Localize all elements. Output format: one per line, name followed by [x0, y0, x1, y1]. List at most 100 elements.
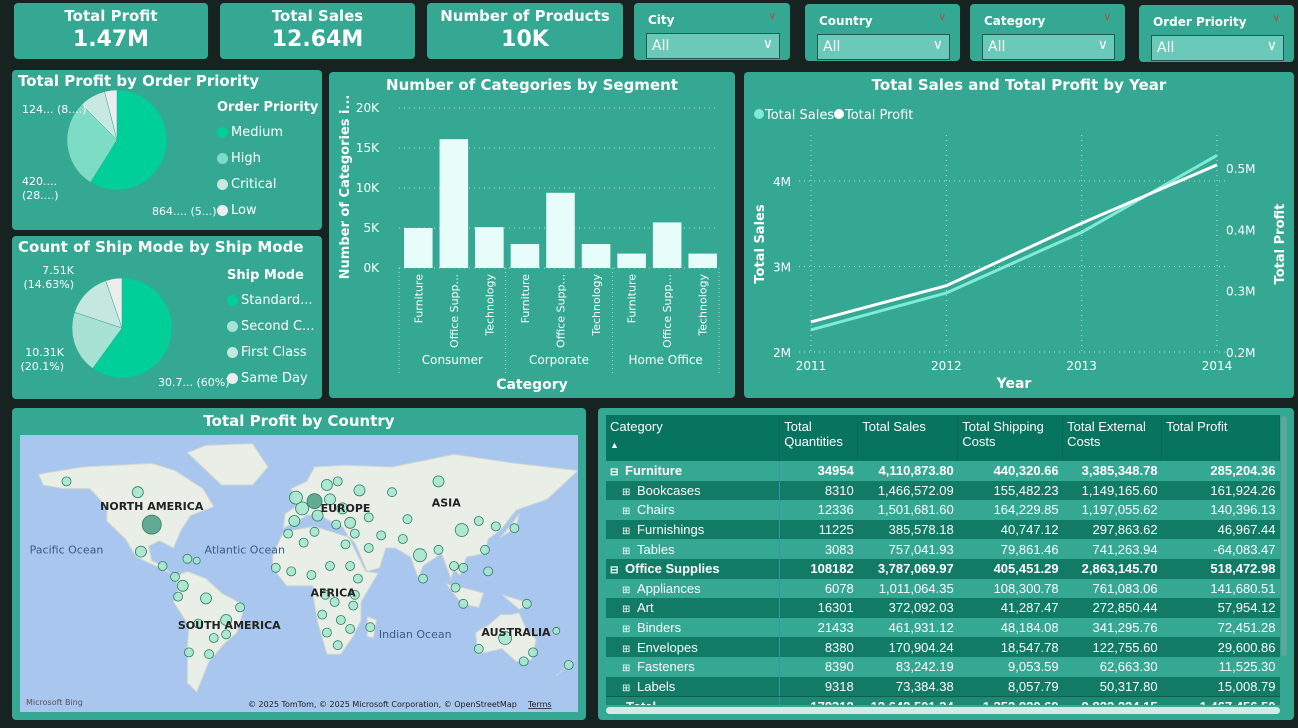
map-bubble[interactable]	[344, 516, 357, 529]
map-bubble[interactable]	[173, 591, 184, 602]
legend-item[interactable]: Same Day	[227, 371, 308, 386]
map[interactable]: NORTH AMERICA SOUTH AMERICA EUROPE AFRICA AS…	[20, 435, 578, 712]
collapse-icon[interactable]: ⊟	[610, 565, 620, 576]
map-bubble[interactable]	[432, 475, 445, 488]
map-bubble[interactable]	[473, 643, 484, 654]
country-dropdown[interactable]: All ∨	[817, 34, 950, 60]
map-bubble[interactable]	[473, 516, 484, 526]
expand-icon[interactable]: ⊞	[622, 526, 632, 537]
map-bubble[interactable]	[325, 561, 335, 571]
series-line-total-sales[interactable]	[810, 154, 1218, 332]
map-bubble[interactable]	[418, 573, 428, 584]
map-bubble[interactable]	[135, 545, 147, 558]
category-dropdown[interactable]: All ∨	[982, 34, 1115, 60]
chevron-down-icon[interactable]: ∨	[1273, 13, 1280, 24]
map-bubble[interactable]	[141, 514, 162, 535]
table-row[interactable]: ⊟ Office Supplies 108182 3,787,069.97 405,45…	[606, 558, 1280, 579]
map-bubble[interactable]	[458, 562, 469, 573]
expand-icon[interactable]: ⊞	[622, 683, 632, 694]
map-bubble[interactable]	[483, 566, 494, 577]
expand-icon[interactable]: ⊞	[622, 585, 632, 596]
map-bubble[interactable]	[552, 626, 561, 635]
column-header[interactable]: Total External Costs	[1062, 415, 1163, 461]
legend-item[interactable]: Standard...	[227, 293, 313, 308]
expand-icon[interactable]: ⊞	[622, 604, 632, 615]
map-bubble[interactable]	[317, 609, 328, 620]
expand-icon[interactable]: ⊞	[622, 624, 632, 635]
map-bubble[interactable]	[509, 523, 520, 534]
map-bubble[interactable]	[480, 544, 490, 555]
table-row[interactable]: ⊞ Bookcases 8310 1,466,572.09 155,482.23 1,14…	[606, 480, 1280, 501]
map-bubble[interactable]	[490, 521, 501, 532]
bar-corporate-0[interactable]	[510, 244, 540, 268]
map-bubble[interactable]	[450, 582, 461, 593]
map-bubble[interactable]	[397, 534, 408, 544]
map-bubble[interactable]	[283, 528, 294, 539]
map-bubble[interactable]	[454, 523, 469, 537]
table-row[interactable]: ⊞ Furnishings 11225 385,578.18 40,747.12 297,…	[606, 519, 1280, 540]
legend-item[interactable]: Critical	[217, 177, 276, 192]
map-terms-link[interactable]: Terms	[527, 700, 552, 709]
map-bubble[interactable]	[335, 615, 346, 625]
map-bubble[interactable]	[332, 640, 343, 651]
bar-consumer-0[interactable]	[404, 228, 433, 268]
collapse-icon[interactable]: ⊟	[610, 467, 620, 478]
column-header[interactable]: Total Shipping Costs	[957, 415, 1064, 461]
map-bubble[interactable]	[352, 573, 363, 584]
chevron-down-icon[interactable]: ∨	[769, 11, 776, 22]
map-bubble[interactable]	[270, 562, 281, 573]
map-bubble[interactable]	[309, 526, 320, 537]
column-header[interactable]: Total Sales	[857, 415, 959, 461]
map-bubble[interactable]	[412, 548, 427, 563]
map-bubble[interactable]	[182, 553, 193, 564]
table-row[interactable]: ⊞ Binders 21433 461,931.12 48,184.08 341,295.…	[606, 617, 1280, 638]
map-bubble[interactable]	[563, 660, 574, 670]
bar-home-office-2[interactable]	[688, 253, 717, 268]
map-bubble[interactable]	[170, 571, 180, 582]
chevron-down-icon[interactable]: ∨	[939, 12, 946, 23]
column-header[interactable]: Total Quantities	[779, 415, 859, 461]
map-bubble[interactable]	[331, 519, 342, 530]
map-bubble[interactable]	[518, 656, 529, 667]
table-row[interactable]: ⊞ Chairs 12336 1,501,681.60 164,229.85 1,197,…	[606, 500, 1280, 520]
horizontal-scrollbar[interactable]	[606, 707, 1280, 714]
expand-icon[interactable]: ⊞	[622, 487, 632, 498]
chevron-down-icon[interactable]: ∨	[1104, 12, 1111, 23]
vertical-scrollbar[interactable]	[1281, 416, 1287, 656]
legend-item[interactable]: Medium	[217, 125, 283, 140]
order-priority-dropdown[interactable]: All ∨	[1151, 35, 1284, 61]
table-row[interactable]: ⊞ Tables 3083 757,041.93 79,861.46 741,263.94…	[606, 539, 1280, 559]
expand-icon[interactable]: ⊞	[622, 506, 632, 517]
map-bubble[interactable]	[320, 479, 333, 491]
map-bubble[interactable]	[349, 528, 360, 539]
map-bubble[interactable]	[449, 561, 459, 571]
map-bubble[interactable]	[208, 633, 219, 643]
map-bubble[interactable]	[387, 487, 397, 498]
table-row[interactable]: ⊞ Envelopes 8380 170,904.24 18,547.78 122,755…	[606, 637, 1280, 657]
map-bubble[interactable]	[458, 598, 469, 609]
legend-label[interactable]: Total Sales	[764, 108, 834, 123]
table-row[interactable]: ⊞ Appliances 6078 1,011,064.35 108,300.78 761…	[606, 578, 1280, 599]
column-header[interactable]: Total Profit	[1161, 415, 1280, 461]
expand-icon[interactable]: ⊞	[622, 546, 632, 557]
map-bubble[interactable]	[176, 579, 189, 592]
bar-home-office-1[interactable]	[652, 222, 682, 268]
table-row[interactable]: ⊞ Art 16301 372,092.03 41,287.47 272,850.44 57…	[606, 598, 1280, 618]
column-header[interactable]: Category ▲	[606, 415, 781, 461]
map-bubble[interactable]	[402, 514, 413, 525]
map-bubble[interactable]	[345, 624, 356, 634]
map-bubble[interactable]	[340, 539, 351, 550]
bar-home-office-0[interactable]	[617, 253, 646, 268]
bar-consumer-2[interactable]	[475, 227, 504, 268]
map-bubble[interactable]	[332, 476, 343, 487]
map-bubble[interactable]	[363, 543, 374, 553]
table-row[interactable]: ⊞ Labels 9318 73,384.38 8,057.79 50,317.80 15,…	[606, 676, 1280, 697]
map-bubble[interactable]	[365, 622, 376, 633]
expand-icon[interactable]: ⊞	[622, 663, 632, 674]
city-dropdown[interactable]: All ∨	[646, 33, 780, 59]
map-bubble[interactable]	[131, 486, 144, 499]
map-bubble[interactable]	[521, 598, 532, 609]
legend-item[interactable]: Low	[217, 203, 257, 218]
map-bubble[interactable]	[192, 556, 201, 565]
legend-label[interactable]: Total Profit	[844, 108, 913, 123]
